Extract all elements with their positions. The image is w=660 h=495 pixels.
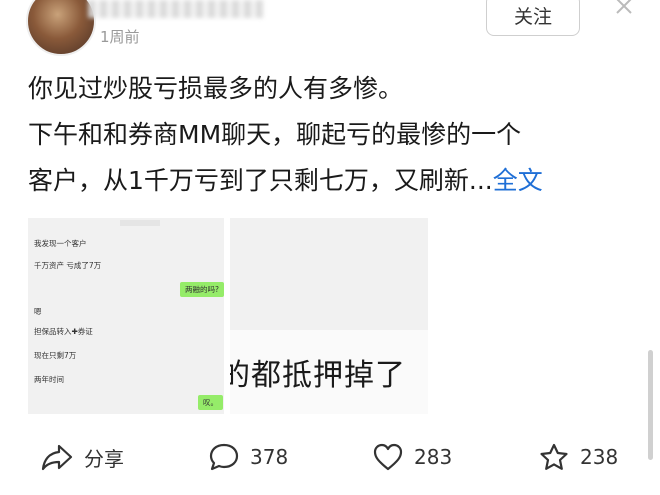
comment-button[interactable]: 378 [208,432,288,482]
chat-reply: 叹。 [198,395,223,410]
post-line-3: 客户，从1千万亏到了只剩七万，又刷新...全文 [28,158,638,204]
like-count: 283 [414,445,453,469]
chat-message: 嗯 [34,307,42,316]
favorite-count: 238 [580,445,619,469]
chat-header-bar [120,220,160,226]
chat-message: 担保品转入✚券证 [34,327,93,336]
full-text-link[interactable]: 全文 [493,166,543,195]
chat-screenshot-image[interactable]: 我发现一个客户 千万资产 亏成了7万 两融的吗? 嗯 担保品转入✚券证 现在只剩… [28,218,224,414]
share-icon [41,444,73,471]
favorite-button[interactable]: 238 [538,432,618,482]
close-icon[interactable] [612,0,636,18]
chat-reply: 两融的吗? [180,282,224,297]
comment-icon [209,443,239,471]
share-button[interactable]: 分享 [40,432,124,482]
action-bar: 分享 378 283 238 [0,432,660,482]
post-header: 1周前 关注 [0,0,660,60]
image-caption: 的都抵押掉了 [230,358,406,393]
chat-message: 两年时间 [34,375,64,384]
star-icon [540,443,568,470]
share-label: 分享 [84,446,124,471]
post-body: 你见过炒股亏损最多的人有多惨。 下午和和券商MM聊天，聊起亏的最惨的一个 客户，… [28,66,638,204]
comment-count: 378 [250,445,289,469]
post-line-3-text: 客户，从1千万亏到了只剩七万，又刷新... [28,166,493,195]
post-line-1: 你见过炒股亏损最多的人有多惨。 [28,74,404,103]
like-button[interactable]: 283 [372,432,452,482]
avatar[interactable] [26,0,96,56]
chat-message: 我发现一个客户 [34,239,87,248]
heart-icon [373,443,403,471]
post-line-2: 下午和和券商MM聊天，聊起亏的最惨的一个 [28,120,522,149]
username-blurred [88,0,263,18]
chat-message: 千万资产 亏成了7万 [34,261,102,270]
follow-button[interactable]: 关注 [486,0,580,36]
post-time: 1周前 [100,28,140,46]
scrollbar[interactable] [648,350,653,460]
caption-screenshot-image[interactable]: 的都抵押掉了 [230,218,428,414]
chat-message: 现在只剩7万 [34,351,77,360]
